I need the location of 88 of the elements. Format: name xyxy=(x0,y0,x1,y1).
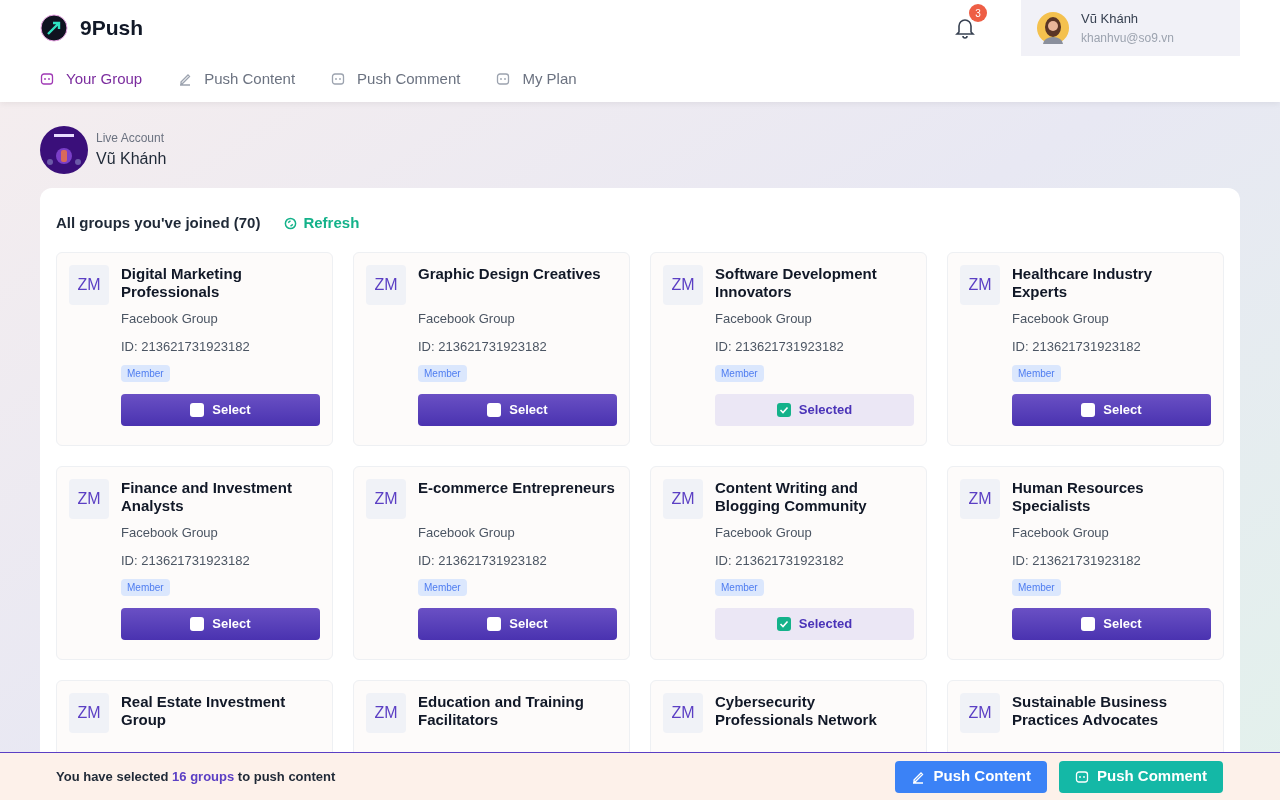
chat-icon xyxy=(40,72,54,86)
checkbox-icon xyxy=(487,616,502,631)
checkbox-icon xyxy=(1081,402,1096,417)
group-avatar: ZM xyxy=(960,264,1000,305)
nav-tab[interactable]: Push Content xyxy=(178,67,296,91)
group-id: ID: 213621731923182 xyxy=(418,337,548,356)
account-name: Vũ Khánh xyxy=(96,149,167,169)
chat-icon xyxy=(496,72,511,86)
group-id: ID: 213621731923182 xyxy=(121,337,251,356)
group-name: Software Development Innovators xyxy=(715,264,878,302)
group-id: ID: 213621731923182 xyxy=(418,551,548,570)
action-button[interactable]: Push Content xyxy=(895,760,1047,793)
group-name: Cybersecurity Professionals Network xyxy=(715,692,878,730)
group-type: Facebook Group xyxy=(121,309,219,328)
group-avatar: ZM xyxy=(366,692,406,733)
member-badge: Member xyxy=(418,364,467,382)
group-name: Graphic Design Creatives xyxy=(418,264,602,284)
group-name: Sustainable Business Practices Advocates xyxy=(1012,692,1169,730)
group-avatar: ZM xyxy=(663,478,703,519)
group-type: Facebook Group xyxy=(418,309,516,328)
group-name: Content Writing and Blogging Community xyxy=(715,478,868,516)
panel-title: All groups you've joined (70) xyxy=(56,213,261,233)
select-button[interactable]: Select xyxy=(121,607,320,640)
group-name: Finance and Investment Analysts xyxy=(121,478,293,516)
group-name: Digital Marketing Professionals xyxy=(121,264,243,302)
select-button[interactable]: Selected xyxy=(715,607,914,640)
group-name: Real Estate Investment Group xyxy=(121,692,287,730)
notification-count: 3 xyxy=(969,4,987,22)
select-button[interactable]: Select xyxy=(121,393,320,426)
logo-icon xyxy=(40,14,68,42)
select-button[interactable]: Select xyxy=(418,607,617,640)
group-type: Facebook Group xyxy=(715,309,813,328)
member-badge: Member xyxy=(121,578,170,596)
group-avatar: ZM xyxy=(366,478,406,519)
group-id: ID: 213621731923182 xyxy=(1012,337,1142,356)
group-id: ID: 213621731923182 xyxy=(715,337,845,356)
member-badge: Member xyxy=(715,578,764,596)
account-caption: Live Account xyxy=(96,130,166,147)
account-avatar xyxy=(40,126,88,174)
group-type: Facebook Group xyxy=(121,523,219,542)
checkbox-icon xyxy=(190,616,205,631)
select-button[interactable]: Select xyxy=(418,393,617,426)
member-badge: Member xyxy=(715,364,764,382)
group-avatar: ZM xyxy=(663,264,703,305)
user-email: khanhvu@so9.vn xyxy=(1081,29,1174,47)
brand-name: 9Push xyxy=(80,15,144,42)
member-badge: Member xyxy=(1012,578,1061,596)
member-badge: Member xyxy=(121,364,170,382)
select-button[interactable]: Select xyxy=(1012,393,1211,426)
group-avatar: ZM xyxy=(69,478,109,519)
group-type: Facebook Group xyxy=(418,523,516,542)
avatar xyxy=(1037,12,1069,44)
group-name: Education and Training Facilitators xyxy=(418,692,585,730)
group-avatar: ZM xyxy=(366,264,406,305)
checkbox-icon xyxy=(190,402,205,417)
bell-icon xyxy=(955,17,975,39)
pen-icon xyxy=(178,72,193,86)
checked-checkbox-icon xyxy=(776,402,791,417)
checkbox-icon xyxy=(487,402,502,417)
group-avatar: ZM xyxy=(69,264,109,305)
group-avatar: ZM xyxy=(960,478,1000,519)
refresh-icon xyxy=(284,216,298,230)
selection-message: You have selected 16 groups to push content xyxy=(56,767,337,786)
group-type: Facebook Group xyxy=(715,523,813,542)
nav-tab[interactable]: Push Comment xyxy=(331,67,461,91)
user-menu[interactable]: Vũ Khánh khanhvu@so9.vn xyxy=(1021,0,1240,56)
user-name: Vũ Khánh xyxy=(1081,10,1140,29)
group-type: Facebook Group xyxy=(1012,309,1110,328)
checkbox-icon xyxy=(1081,616,1096,631)
group-name: Healthcare Industry Experts xyxy=(1012,264,1154,302)
group-avatar: ZM xyxy=(69,692,109,733)
member-badge: Member xyxy=(1012,364,1061,382)
group-name: Human Resources Specialists xyxy=(1012,478,1145,516)
checked-checkbox-icon xyxy=(776,616,791,631)
group-type: Facebook Group xyxy=(1012,523,1110,542)
select-button[interactable]: Selected xyxy=(715,393,914,426)
select-button[interactable]: Select xyxy=(1012,607,1211,640)
member-badge: Member xyxy=(418,578,467,596)
group-name: E-commerce Entrepreneurs xyxy=(418,478,616,498)
nav-tab[interactable]: Your Group xyxy=(40,67,143,91)
nav-tab[interactable]: My Plan xyxy=(496,67,577,91)
group-avatar: ZM xyxy=(663,692,703,733)
group-avatar: ZM xyxy=(960,692,1000,733)
group-id: ID: 213621731923182 xyxy=(121,551,251,570)
group-id: ID: 213621731923182 xyxy=(715,551,845,570)
chat-icon xyxy=(1075,769,1089,784)
chat-icon xyxy=(331,72,346,86)
group-id: ID: 213621731923182 xyxy=(1012,551,1142,570)
